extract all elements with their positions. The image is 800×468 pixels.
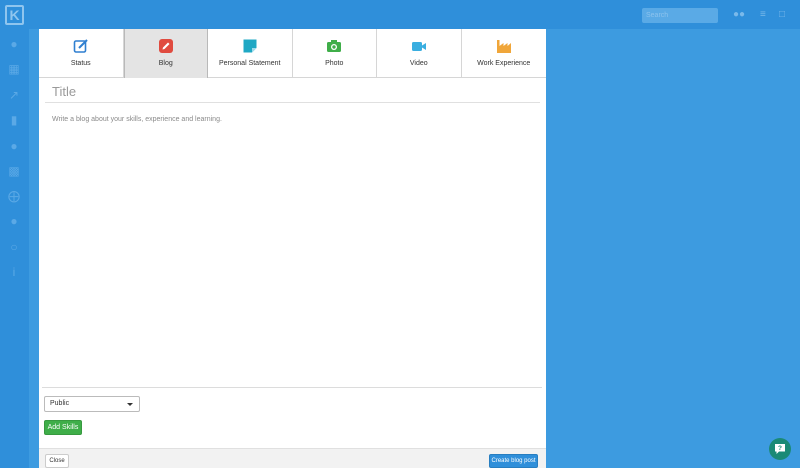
tab-label: Photo [325, 60, 344, 67]
tab-work-experience[interactable]: Work Experience [462, 29, 547, 78]
video-camera-icon [411, 42, 426, 51]
tab-label: Status [70, 60, 91, 67]
modal-footer: Close Create blog post [39, 448, 546, 468]
tab-label: Video [409, 60, 428, 67]
close-button[interactable]: Close [45, 454, 69, 468]
tab-label: Personal Statement [219, 60, 281, 67]
notification-icon[interactable]: ●● [733, 10, 745, 20]
app-logo[interactable]: K [5, 5, 24, 25]
divider [42, 387, 542, 388]
visibility-selected-value: Public [50, 400, 70, 407]
factory-icon [496, 40, 511, 53]
grid-icon[interactable]: ▦ [7, 63, 21, 75]
book-icon[interactable]: ▮ [7, 114, 21, 126]
building-icon[interactable]: ▩ [7, 165, 21, 177]
target-icon[interactable]: ⨁ [7, 190, 21, 202]
create-blog-post-button[interactable]: Create blog post [489, 454, 538, 468]
post-type-tabs: Status Blog Personal Statement Photo Vid… [39, 29, 546, 78]
tab-status[interactable]: Status [39, 29, 124, 78]
chart-icon[interactable]: ↗ [7, 89, 21, 101]
create-post-modal: Status Blog Personal Statement Photo Vid… [39, 29, 546, 468]
user-icon[interactable]: □ [779, 10, 785, 20]
tab-label: Work Experience [477, 60, 531, 67]
search-input[interactable]: Search [642, 8, 718, 23]
visibility-select[interactable]: Public [44, 396, 140, 412]
tab-personal-statement[interactable]: Personal Statement [208, 29, 293, 78]
globe-icon[interactable]: ○ [7, 241, 21, 253]
tab-video[interactable]: Video [377, 29, 462, 78]
edit-icon [73, 39, 88, 53]
sidebar: K ● ▦ ↗ ▮ ● ▩ ⨁ ● ○ i [0, 0, 29, 468]
caret-down-icon [127, 403, 133, 406]
menu-icon[interactable]: ≡ [760, 10, 766, 20]
tab-photo[interactable]: Photo [293, 29, 377, 78]
pencil-icon [158, 39, 173, 53]
help-chat-button[interactable]: ? [769, 438, 791, 460]
add-user-icon[interactable]: ● [7, 215, 21, 227]
tab-label: Blog [158, 60, 173, 67]
blog-body-textarea[interactable] [45, 111, 540, 387]
profile-icon[interactable]: ● [7, 38, 21, 50]
add-skills-button[interactable]: Add Skills [44, 420, 82, 435]
note-icon [243, 39, 257, 53]
people-icon[interactable]: ● [7, 140, 21, 152]
info-icon[interactable]: i [7, 266, 21, 278]
camera-icon [327, 40, 342, 52]
title-input[interactable] [45, 81, 540, 103]
tab-blog[interactable]: Blog [123, 29, 208, 78]
top-navbar: Search ●● ≡ □ [0, 0, 800, 29]
svg-text:?: ? [778, 445, 782, 452]
chat-question-icon: ? [775, 444, 785, 454]
